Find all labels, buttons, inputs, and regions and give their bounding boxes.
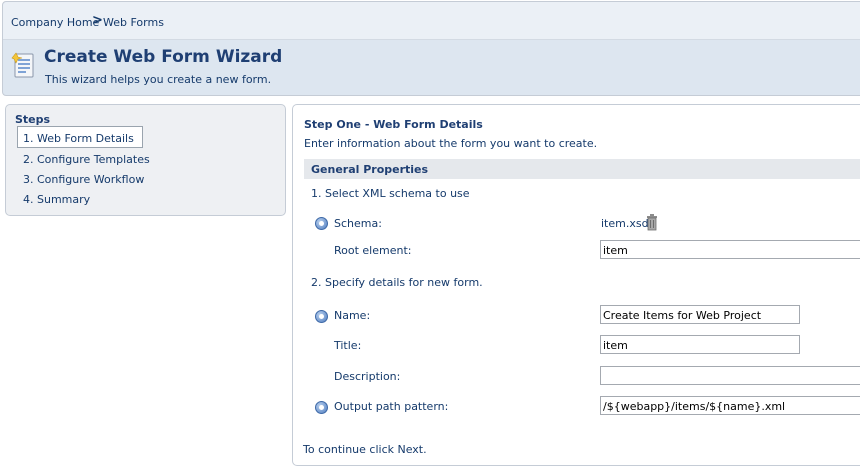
breadcrumb-separator: >: [92, 13, 103, 28]
trash-icon[interactable]: [646, 214, 658, 231]
steps-title: Steps: [15, 113, 51, 126]
continue-note: To continue click Next.: [303, 443, 427, 456]
output-path-field[interactable]: /${webapp}/items/${name}.xml: [600, 396, 860, 415]
step-item-summary[interactable]: 4. Summary: [23, 193, 90, 206]
schema-label: Schema:: [334, 217, 382, 230]
page-title: Create Web Form Wizard: [44, 47, 283, 67]
schema-section-label: 1. Select XML schema to use: [311, 187, 470, 200]
details-section-label: 2. Specify details for new form.: [311, 276, 483, 289]
breadcrumb-current[interactable]: Web Forms: [103, 16, 164, 29]
page-description: This wizard helps you create a new form.: [45, 73, 272, 86]
required-icon: [315, 217, 328, 230]
description-label: Description:: [334, 370, 401, 383]
section-title: General Properties: [311, 163, 429, 176]
step-item-configure-templates[interactable]: 2. Configure Templates: [23, 153, 150, 166]
breadcrumb: Company Home > Web Forms: [3, 2, 860, 40]
breadcrumb-home-link[interactable]: Company Home: [11, 16, 99, 29]
title-field[interactable]: item: [600, 335, 800, 354]
step-item-configure-workflow[interactable]: 3. Configure Workflow: [23, 173, 144, 186]
wizard-form-icon: [11, 52, 34, 78]
name-field[interactable]: Create Items for Web Project: [600, 305, 800, 324]
steps-panel: Steps 1. Web Form Details 2. Configure T…: [5, 104, 286, 216]
root-element-label: Root element:: [334, 244, 412, 257]
required-icon: [315, 401, 328, 414]
output-path-label: Output path pattern:: [334, 400, 449, 413]
title-label: Title:: [334, 339, 362, 352]
step-subtitle: Enter information about the form you wan…: [304, 137, 598, 150]
root-element-select[interactable]: item: [600, 240, 860, 259]
required-icon: [315, 310, 328, 323]
schema-value: item.xsd: [601, 217, 649, 230]
description-field[interactable]: [600, 366, 860, 385]
step-item-web-form-details[interactable]: 1. Web Form Details: [23, 132, 134, 145]
name-label: Name:: [334, 309, 371, 322]
step-title: Step One - Web Form Details: [304, 118, 483, 131]
